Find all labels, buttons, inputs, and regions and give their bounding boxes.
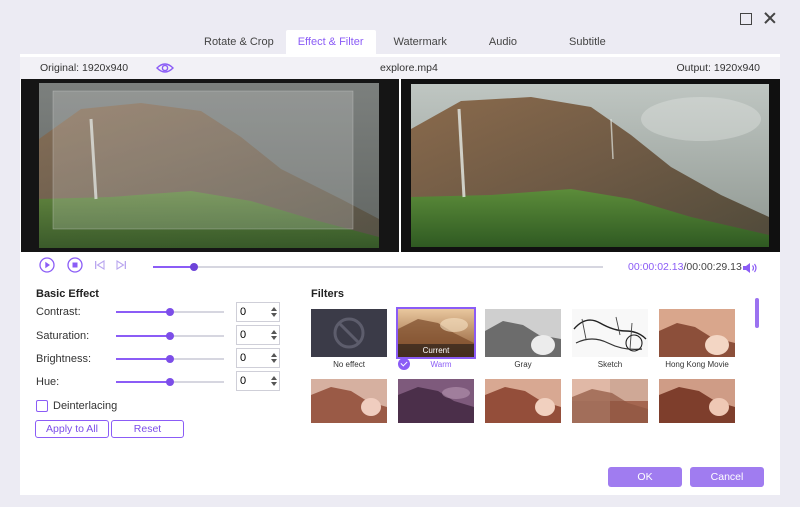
close-icon[interactable] bbox=[762, 10, 778, 26]
brightness-increment-icon[interactable] bbox=[271, 353, 277, 357]
output-video-frame bbox=[401, 79, 780, 252]
saturation-increment-icon[interactable] bbox=[271, 330, 277, 334]
hue-slider-handle[interactable] bbox=[166, 378, 174, 386]
hue-input[interactable] bbox=[237, 372, 267, 390]
saturation-decrement-icon[interactable] bbox=[271, 336, 277, 340]
filter-label-sketch: Sketch bbox=[597, 360, 623, 369]
original-video-frame bbox=[21, 79, 399, 252]
timeline-handle[interactable] bbox=[189, 263, 198, 271]
playback-controls: 00:00:02.13/00:00:29.13 bbox=[20, 256, 780, 282]
brightness-slider[interactable] bbox=[116, 355, 224, 363]
current-time: 00:00:02.13 bbox=[628, 261, 684, 273]
brightness-stepper bbox=[236, 348, 280, 368]
filter-thumbnail[interactable] bbox=[572, 379, 648, 423]
filter-gray[interactable] bbox=[485, 309, 561, 357]
contrast-slider[interactable] bbox=[116, 308, 224, 316]
timeline-track[interactable] bbox=[153, 263, 603, 271]
filter-thumbnail-image bbox=[485, 379, 561, 423]
filter-sketch[interactable] bbox=[572, 309, 648, 357]
filters-scrollbar[interactable] bbox=[755, 298, 759, 328]
tab-effect-filter[interactable]: Effect & Filter bbox=[285, 30, 376, 54]
filter-thumbnail-image bbox=[572, 379, 648, 423]
cancel-button[interactable]: Cancel bbox=[690, 467, 764, 487]
gray-thumbnail bbox=[485, 309, 561, 357]
hue-stepper bbox=[236, 371, 280, 391]
output-preview bbox=[401, 79, 780, 252]
filter-thumbnail[interactable] bbox=[659, 379, 735, 423]
filter-thumbnail[interactable] bbox=[311, 379, 387, 423]
no-effect-icon bbox=[333, 317, 365, 349]
filters-title: Filters bbox=[311, 288, 345, 300]
contrast-slider-handle[interactable] bbox=[166, 308, 174, 316]
tab-rotate-crop[interactable]: Rotate & Crop bbox=[192, 30, 286, 54]
sketch-thumbnail bbox=[572, 309, 648, 357]
filter-no-effect[interactable] bbox=[311, 309, 387, 357]
eye-icon[interactable] bbox=[156, 61, 174, 75]
reset-button[interactable]: Reset bbox=[111, 420, 184, 438]
video-filename: explore.mp4 bbox=[380, 62, 438, 74]
filter-thumbnail-image bbox=[311, 379, 387, 423]
apply-to-all-button[interactable]: Apply to All bbox=[35, 420, 109, 438]
hue-slider[interactable] bbox=[116, 378, 224, 386]
original-resolution: Original: 1920x940 bbox=[40, 62, 129, 74]
filter-label-warm: Warm bbox=[430, 360, 452, 369]
ok-button[interactable]: OK bbox=[608, 467, 682, 487]
filter-thumbnail[interactable] bbox=[398, 379, 474, 423]
tab-audio[interactable]: Audio bbox=[477, 30, 529, 54]
basic-effect-title: Basic Effect bbox=[36, 288, 99, 300]
timeline-progress bbox=[153, 266, 194, 268]
timecode: 00:00:02.13/00:00:29.13 bbox=[628, 261, 742, 273]
contrast-slider-fill bbox=[116, 311, 170, 313]
tab-watermark[interactable]: Watermark bbox=[382, 30, 459, 54]
current-badge: Current bbox=[398, 344, 474, 357]
next-frame-icon[interactable] bbox=[115, 260, 127, 270]
hong-kong-movie-thumbnail bbox=[659, 309, 735, 357]
contrast-decrement-icon[interactable] bbox=[271, 313, 277, 317]
hue-slider-fill bbox=[116, 381, 170, 383]
saturation-label: Saturation: bbox=[36, 330, 90, 342]
hue-increment-icon[interactable] bbox=[271, 376, 277, 380]
total-time: 00:00:29.13 bbox=[686, 261, 742, 273]
filter-thumbnail[interactable] bbox=[485, 379, 561, 423]
volume-icon[interactable] bbox=[742, 261, 758, 275]
filter-label-hong-kong-movie: Hong Kong Movie bbox=[665, 360, 729, 369]
contrast-input[interactable] bbox=[237, 303, 267, 321]
filter-label-no-effect: No effect bbox=[333, 360, 365, 369]
brightness-label: Brightness: bbox=[36, 353, 92, 365]
maximize-icon[interactable] bbox=[738, 10, 754, 26]
brightness-input[interactable] bbox=[237, 349, 267, 367]
filter-thumbnail-image bbox=[398, 379, 474, 423]
filter-label-gray: Gray bbox=[514, 360, 532, 369]
hue-decrement-icon[interactable] bbox=[271, 382, 277, 386]
tab-subtitle[interactable]: Subtitle bbox=[557, 30, 618, 54]
tab-bar: Rotate & Crop Effect & Filter Watermark … bbox=[192, 30, 618, 54]
filter-thumbnail-image bbox=[659, 379, 735, 423]
brightness-decrement-icon[interactable] bbox=[271, 359, 277, 363]
stop-icon[interactable] bbox=[67, 257, 83, 273]
saturation-slider-handle[interactable] bbox=[166, 332, 174, 340]
preview-info-bar: Original: 1920x940 explore.mp4 Output: 1… bbox=[20, 57, 780, 79]
previous-frame-icon[interactable] bbox=[94, 260, 106, 270]
hue-label: Hue: bbox=[36, 376, 60, 388]
brightness-slider-handle[interactable] bbox=[166, 355, 174, 363]
saturation-stepper bbox=[236, 325, 280, 345]
contrast-increment-icon[interactable] bbox=[271, 307, 277, 311]
saturation-slider-fill bbox=[116, 335, 170, 337]
saturation-slider[interactable] bbox=[116, 332, 224, 340]
deinterlacing-checkbox[interactable] bbox=[36, 400, 48, 412]
brightness-slider-fill bbox=[116, 358, 170, 360]
edit-window: Rotate & Crop Effect & Filter Watermark … bbox=[0, 0, 800, 507]
deinterlacing-label: Deinterlacing bbox=[53, 400, 118, 412]
saturation-input[interactable] bbox=[237, 326, 267, 344]
contrast-label: Contrast: bbox=[36, 306, 81, 318]
filter-hong-kong-movie[interactable] bbox=[659, 309, 735, 357]
effect-filter-panel: Original: 1920x940 explore.mp4 Output: 1… bbox=[20, 54, 780, 495]
output-resolution: Output: 1920x940 bbox=[676, 62, 760, 74]
play-icon[interactable] bbox=[39, 257, 55, 273]
filter-warm[interactable]: Current bbox=[396, 307, 476, 359]
original-preview bbox=[21, 79, 399, 252]
contrast-stepper bbox=[236, 302, 280, 322]
